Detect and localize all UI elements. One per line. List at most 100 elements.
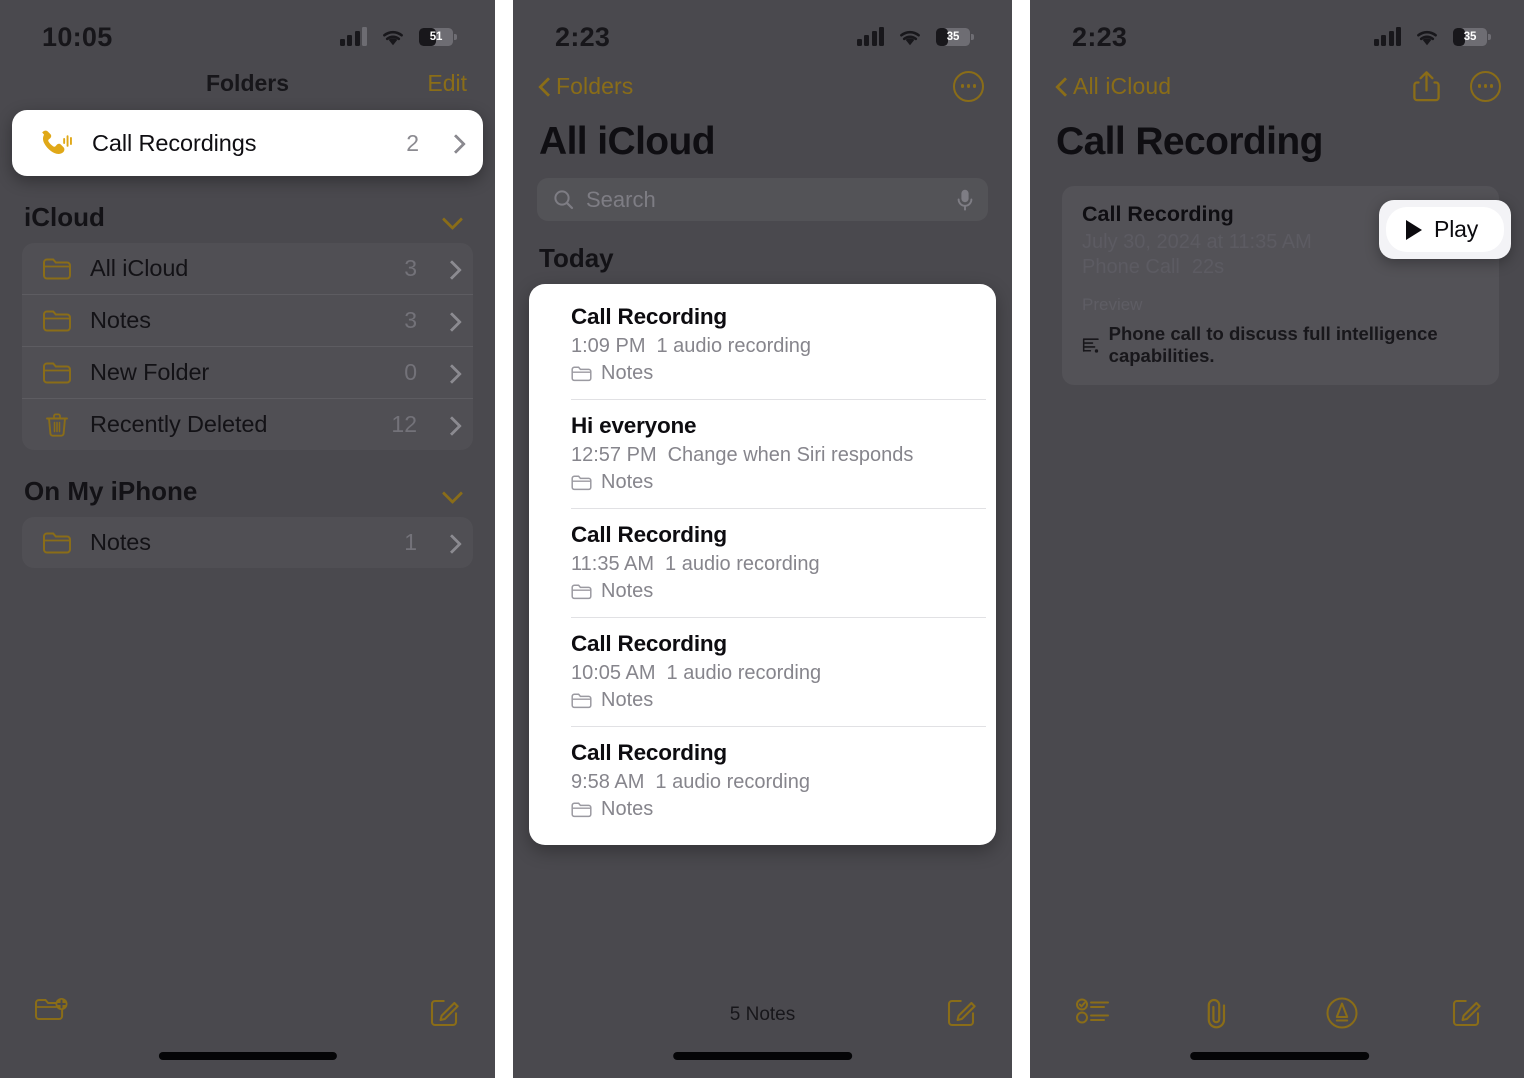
note-time: 1:09 PM <box>571 335 646 357</box>
status-bar: 2:23 35 <box>513 0 1012 60</box>
folder-count: 3 <box>404 307 417 333</box>
page-title: Folders <box>205 69 290 96</box>
microphone-icon[interactable] <box>956 188 974 212</box>
call-recordings-label: Call Recordings <box>92 129 257 156</box>
more-options-button[interactable] <box>1470 70 1501 102</box>
note-snippet: 1 audio recording <box>655 771 810 793</box>
cellular-signal-icon <box>856 27 884 46</box>
list-item[interactable]: Call Recording 1:09 PM 1 audio recording… <box>529 290 996 399</box>
play-button[interactable]: Play <box>1386 207 1504 252</box>
more-options-button[interactable] <box>953 70 984 102</box>
status-icons: 35 <box>1373 27 1491 47</box>
status-bar: 10:05 51 <box>0 0 495 60</box>
new-folder-icon[interactable] <box>34 996 70 1026</box>
back-to-all-icloud-button[interactable]: All iCloud <box>1056 73 1171 100</box>
play-label: Play <box>1434 216 1478 242</box>
note-folder-label: Notes <box>601 362 654 384</box>
note-title: Call Recording <box>571 740 727 765</box>
folder-row-new-folder[interactable]: New Folder 0 <box>22 347 473 399</box>
folder-row-local-notes[interactable]: Notes 1 <box>22 517 473 568</box>
folder-label: Recently Deleted <box>90 411 268 437</box>
call-recordings-highlight: Call Recordings 2 <box>12 110 483 176</box>
ellipsis-circle-icon <box>953 70 984 102</box>
cellular-signal-icon <box>1373 27 1401 46</box>
battery-icon: 51 <box>419 28 457 46</box>
note-snippet: Change when Siri responds <box>667 444 914 466</box>
section-title: iCloud <box>24 202 105 232</box>
note-snippet: 1 audio recording <box>656 335 812 357</box>
folder-label: New Folder <box>90 359 210 385</box>
recording-card[interactable]: Call Recording July 30, 2024 at 11:35 AM… <box>1062 186 1511 385</box>
folder-count: 0 <box>404 359 417 385</box>
note-title: Hi everyone <box>571 413 697 438</box>
wifi-icon <box>900 30 920 45</box>
share-icon[interactable] <box>1413 70 1440 102</box>
chevron-left-icon <box>539 77 550 96</box>
back-to-folders-button[interactable]: Folders <box>539 73 633 100</box>
list-item[interactable]: Call Recording 10:05 AM 1 audio recordin… <box>529 617 996 726</box>
back-label: Folders <box>556 72 634 99</box>
note-folder: Notes <box>571 471 970 494</box>
note-meta: 11:35 AM 1 audio recording <box>571 553 970 576</box>
note-time: 9:58 AM <box>571 771 645 793</box>
note-folder-label: Notes <box>601 798 654 820</box>
checklist-icon[interactable] <box>1076 996 1110 1026</box>
page-title: All iCloud <box>539 120 716 163</box>
status-clock: 10:05 <box>42 21 113 52</box>
bottom-toolbar <box>1030 982 1524 1078</box>
folder-row-notes[interactable]: Notes 3 <box>22 295 473 347</box>
note-meta: 10:05 AM 1 audio recording <box>571 662 970 685</box>
search-bar[interactable]: Search <box>537 178 988 221</box>
chevron-down-icon[interactable] <box>443 212 463 224</box>
folder-icon <box>43 532 71 554</box>
list-item[interactable]: Hi everyone 12:57 PM Change when Siri re… <box>529 399 996 508</box>
status-icons: 51 <box>339 27 457 47</box>
compose-icon[interactable] <box>1451 996 1483 1028</box>
markup-pen-icon[interactable] <box>1325 996 1359 1030</box>
recording-duration: 22s <box>1191 256 1225 278</box>
three-panel-screenshot: 10:05 51 Folders Edit Call Recordings 2 … <box>0 0 1524 1078</box>
chevron-right-icon <box>445 259 457 279</box>
folder-icon <box>43 310 71 332</box>
section-header-on-my-iphone[interactable]: On My iPhone <box>0 450 495 517</box>
chevron-right-icon <box>445 363 457 383</box>
chevron-down-icon[interactable] <box>443 486 463 498</box>
paperclip-icon[interactable] <box>1202 996 1232 1030</box>
note-meta: 12:57 PM Change when Siri responds <box>571 444 970 467</box>
wifi-icon <box>1417 30 1437 45</box>
list-item[interactable]: Call Recording 11:35 AM 1 audio recordin… <box>529 508 996 617</box>
note-title: Call Recording <box>571 522 727 547</box>
phone-panel-folders: 10:05 51 Folders Edit Call Recordings 2 … <box>0 0 495 1078</box>
section-header-icloud[interactable]: iCloud <box>0 176 495 243</box>
compose-icon[interactable] <box>429 996 461 1028</box>
status-clock: 2:23 <box>1072 21 1128 52</box>
note-folder: Notes <box>571 580 970 603</box>
back-label: All iCloud <box>1073 72 1172 99</box>
chevron-left-icon <box>1056 77 1067 96</box>
call-recordings-row[interactable]: Call Recordings 2 <box>18 116 477 170</box>
folder-row-all-icloud[interactable]: All iCloud 3 <box>22 243 473 295</box>
chevron-right-icon <box>445 415 457 435</box>
play-button-container: Play <box>1379 200 1511 259</box>
folder-icon <box>571 475 592 491</box>
edit-button[interactable]: Edit <box>427 70 467 97</box>
status-icons: 35 <box>856 27 974 47</box>
wifi-icon <box>383 30 403 45</box>
note-snippet: 1 audio recording <box>665 553 820 575</box>
group-header-today: Today <box>539 243 614 273</box>
compose-icon[interactable] <box>946 996 978 1028</box>
preview-row: Phone call to discuss full intelligence … <box>1082 323 1479 367</box>
folder-icon <box>571 802 592 818</box>
list-item[interactable]: Call Recording 9:58 AM 1 audio recording… <box>529 726 996 835</box>
ellipsis-circle-icon <box>1470 70 1501 102</box>
folders-header: Folders Edit <box>0 60 495 106</box>
note-title: Call Recording <box>571 304 727 329</box>
battery-icon: 35 <box>936 28 974 46</box>
search-placeholder: Search <box>586 186 656 212</box>
battery-icon: 35 <box>1453 28 1491 46</box>
folder-row-recently-deleted[interactable]: Recently Deleted 12 <box>22 399 473 450</box>
play-triangle-icon <box>1406 219 1423 240</box>
folder-group-icloud: All iCloud 3 Notes 3 New Folder 0 Recent… <box>22 243 473 450</box>
folder-group-on-my-iphone: Notes 1 <box>22 517 473 568</box>
bottom-toolbar <box>0 982 495 1078</box>
